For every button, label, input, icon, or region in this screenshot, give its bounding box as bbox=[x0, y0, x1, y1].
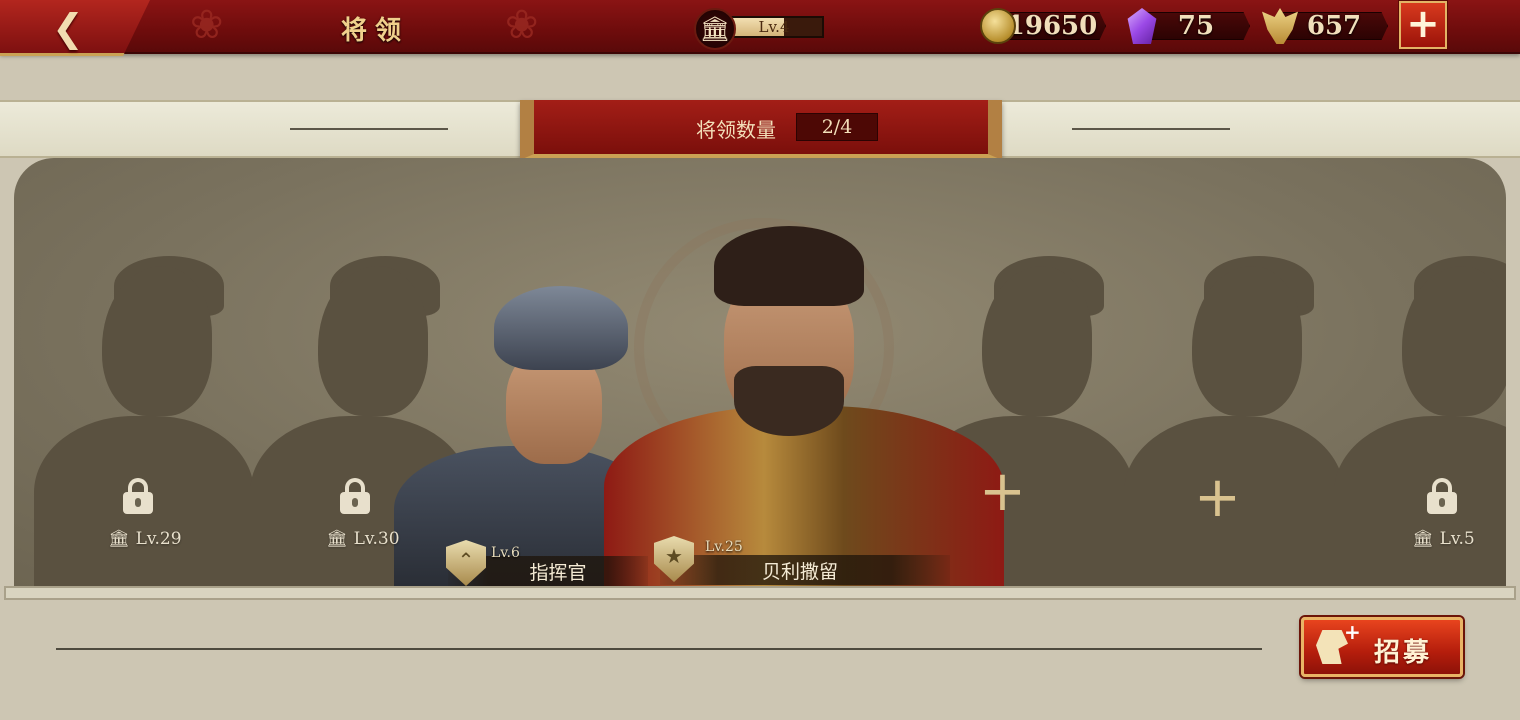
divider bbox=[1072, 128, 1230, 130]
lock-icon bbox=[123, 478, 153, 516]
recruit-button[interactable]: + 招募 bbox=[1301, 617, 1463, 677]
back-chevron-icon: ❮ bbox=[52, 6, 84, 50]
laurel-left-icon: ❀ bbox=[190, 2, 224, 48]
general-count-value: 2/4 bbox=[796, 113, 878, 141]
slot-level-1: 🏛 Lv.29 bbox=[108, 529, 182, 549]
temple-icon: 🏛 bbox=[694, 8, 736, 50]
general-card-belisarius[interactable] bbox=[604, 226, 1004, 586]
slot-level-3: 🏛 Lv.5 bbox=[1412, 529, 1475, 549]
general-name-plate: 贝利撒留 bbox=[660, 555, 950, 585]
lock-icon bbox=[1427, 478, 1457, 516]
back-button[interactable]: ❮ bbox=[0, 0, 150, 56]
temple-icon: 🏛 bbox=[108, 529, 130, 549]
divider bbox=[56, 648, 1262, 650]
general-stage bbox=[14, 158, 1506, 586]
temple-icon: 🏛 bbox=[326, 529, 348, 549]
top-bar: ❮ ❀ ❀ 将领 Lv.4 🏛 19650 75 657 + bbox=[0, 0, 1520, 56]
divider bbox=[290, 128, 448, 130]
recruit-label: 招募 bbox=[1374, 638, 1433, 668]
empty-slot-2[interactable] bbox=[1124, 256, 1344, 586]
general-name: 贝利撒留 bbox=[761, 561, 838, 583]
gem-counter[interactable]: 75 bbox=[1124, 8, 1254, 44]
spqr-value: 657 bbox=[1306, 11, 1362, 41]
laurel-right-icon: ❀ bbox=[505, 2, 539, 48]
slot-level-2: 🏛 Lv.30 bbox=[326, 529, 400, 549]
lock-icon bbox=[340, 478, 370, 516]
add-general-icon[interactable]: + bbox=[1194, 470, 1241, 526]
level-indicator[interactable]: Lv.4 🏛 bbox=[694, 8, 828, 50]
spqr-counter[interactable]: 657 bbox=[1262, 8, 1392, 44]
coin-counter[interactable]: 19650 bbox=[980, 8, 1110, 44]
general-level: Lv.6 bbox=[491, 545, 520, 561]
gem-value: 75 bbox=[1177, 11, 1215, 41]
stage-floor bbox=[4, 586, 1516, 600]
add-general-icon[interactable]: + bbox=[979, 464, 1026, 520]
coin-icon bbox=[980, 8, 1016, 44]
general-count-label: 将领数量 bbox=[696, 118, 776, 142]
level-bar: Lv.4 bbox=[724, 16, 824, 38]
general-level: Lv.25 bbox=[705, 539, 743, 555]
general-name: 指挥官 bbox=[529, 562, 587, 584]
add-resource-button[interactable]: + bbox=[1399, 1, 1447, 49]
temple-icon: 🏛 bbox=[1412, 529, 1434, 549]
plus-icon: + bbox=[1406, 1, 1440, 47]
level-label: Lv.4 bbox=[758, 18, 790, 36]
page-title: 将领 bbox=[340, 16, 409, 46]
